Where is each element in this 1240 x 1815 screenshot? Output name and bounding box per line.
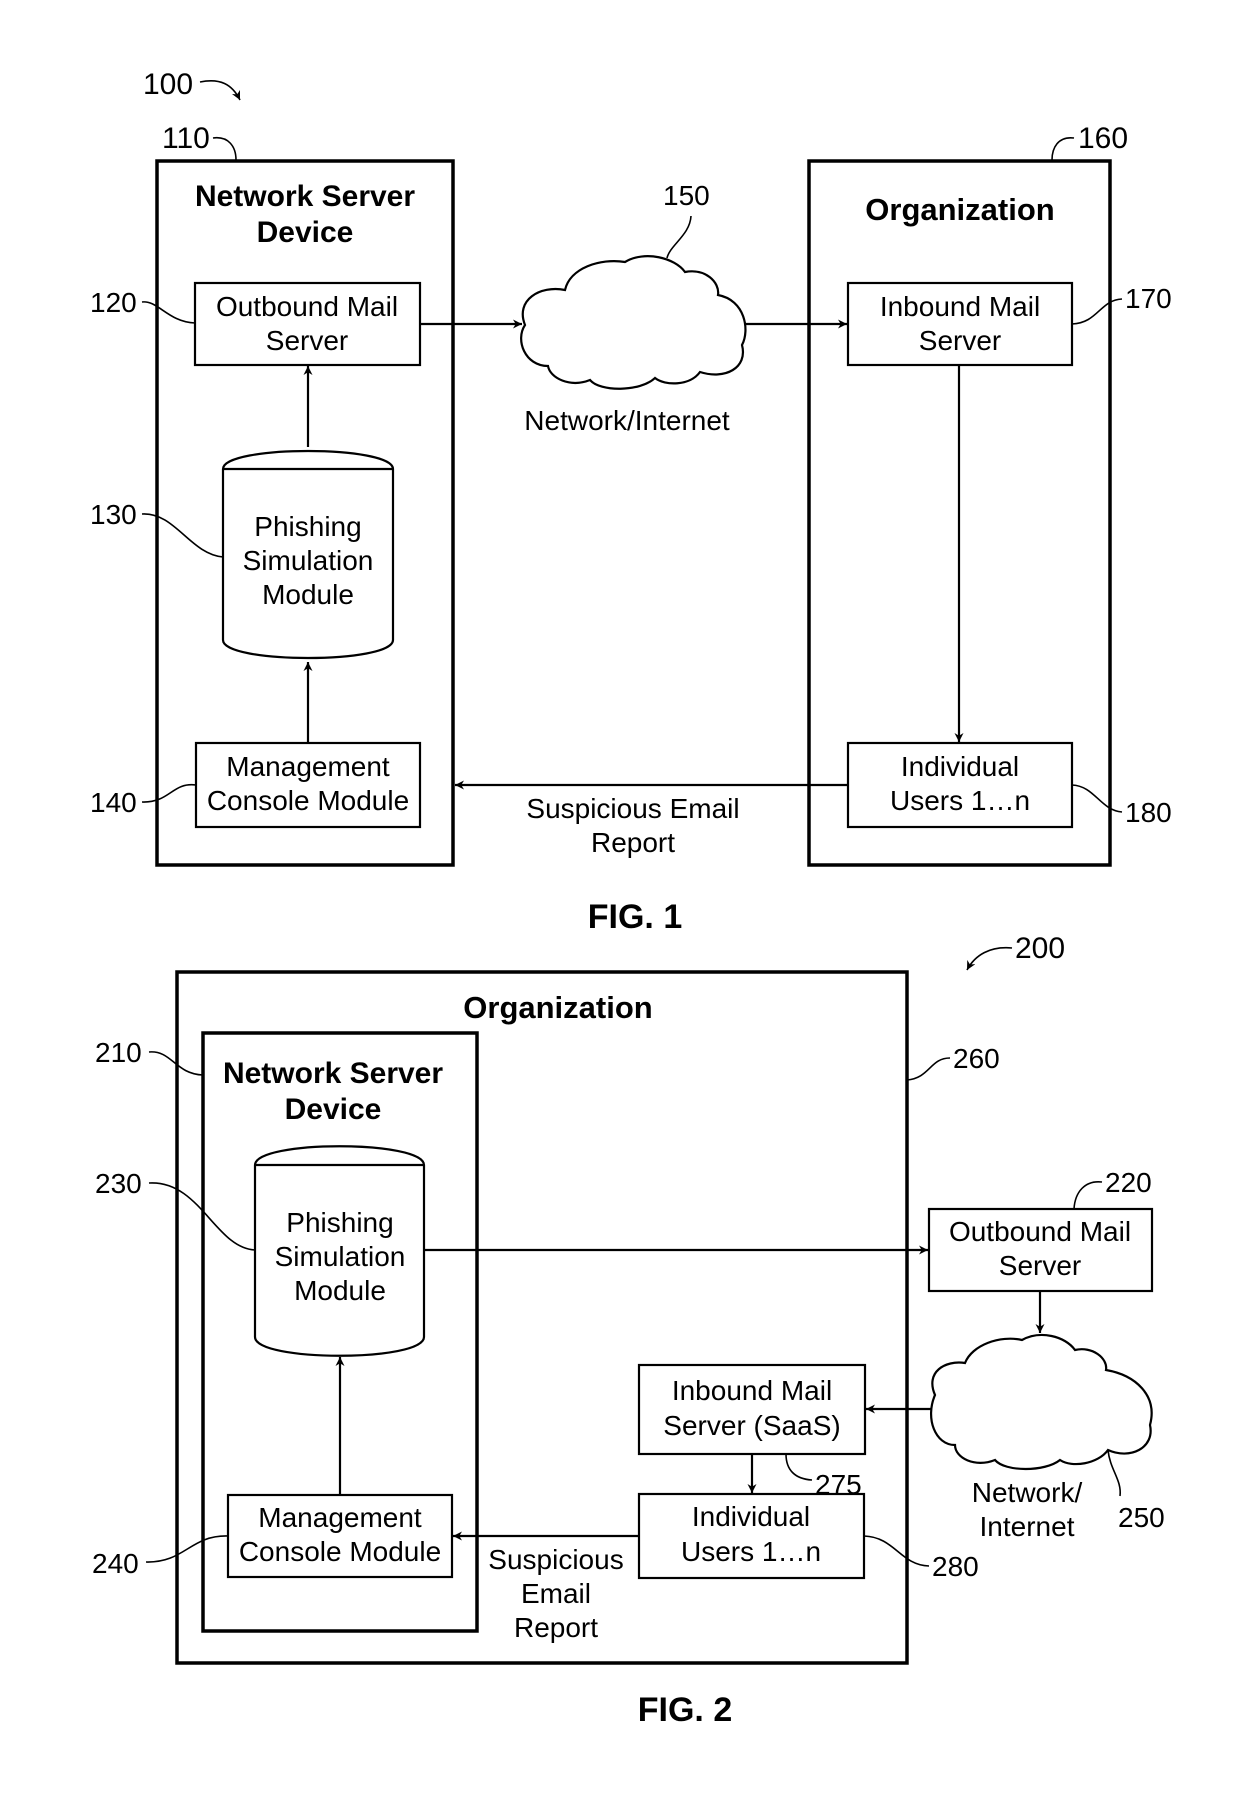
fig2-psm-line2: Simulation <box>275 1241 406 1272</box>
fig1-oms-line2: Server <box>266 325 348 356</box>
fig2-org-title: Organization <box>463 990 652 1025</box>
fig1-mcm-line2: Console Module <box>207 785 409 816</box>
fig2-psm-line3: Module <box>294 1275 386 1306</box>
leader-150 <box>666 215 692 259</box>
ref-130: 130 <box>90 499 137 530</box>
fig1-ims-line1: Inbound Mail <box>880 291 1040 322</box>
ref-180: 180 <box>1125 797 1172 828</box>
ref-210: 210 <box>95 1037 142 1068</box>
ref-280: 280 <box>932 1551 979 1582</box>
fig2-ims-line1: Inbound Mail <box>672 1375 832 1406</box>
ref-230: 230 <box>95 1168 142 1199</box>
ref-140: 140 <box>90 787 137 818</box>
fig1-org-title: Organization <box>865 192 1054 227</box>
fig2-oms-line1: Outbound Mail <box>949 1216 1131 1247</box>
ref-260: 260 <box>953 1043 1000 1074</box>
fig2-mcm-line2: Console Module <box>239 1536 441 1567</box>
leader-220 <box>1073 1181 1103 1210</box>
patent-figures: 100 110 Network Server Device Outbound M… <box>90 68 1172 1729</box>
fig1-report-label-1: Suspicious Email <box>526 793 739 824</box>
fig1-ref-label: 100 <box>143 68 193 101</box>
fig1-psm-line1: Phishing <box>254 511 361 542</box>
fig1-users-line2: Users 1…n <box>890 785 1030 816</box>
leader-110 <box>212 136 237 161</box>
fig2-ims-line2: Server (SaaS) <box>663 1410 840 1441</box>
fig2-network-cloud <box>930 1333 1153 1470</box>
ref-240: 240 <box>92 1548 139 1579</box>
fig2-mcm-line1: Management <box>258 1502 422 1533</box>
ref-160: 160 <box>1078 122 1128 155</box>
fig1-ims-line2: Server <box>919 325 1001 356</box>
leader-250 <box>1107 1449 1121 1497</box>
fig1-nsd-title-2: Device <box>257 216 354 249</box>
leader-260 <box>906 1057 951 1081</box>
fig2-psm-line1: Phishing <box>286 1207 393 1238</box>
fig2-report-label-2: Email <box>521 1578 591 1609</box>
fig2-report-label-1: Suspicious <box>488 1544 623 1575</box>
fig1-oms-line1: Outbound Mail <box>216 291 398 322</box>
fig2-nsd-title-1: Network Server <box>223 1057 443 1090</box>
leader-170 <box>1071 298 1123 325</box>
fig1-caption: FIG. 1 <box>588 898 682 936</box>
fig1-nsd-title-1: Network Server <box>195 180 415 213</box>
fig1-ref-arrow <box>199 80 241 101</box>
fig1-mcm-line1: Management <box>226 751 390 782</box>
fig2-network-label-1: Network/ <box>972 1477 1083 1508</box>
fig2-users-line1: Individual <box>692 1501 810 1532</box>
ref-170: 170 <box>1125 283 1172 314</box>
leader-180 <box>1071 784 1123 813</box>
fig2-nsd-title-2: Device <box>285 1093 382 1126</box>
fig2-oms-line2: Server <box>999 1250 1081 1281</box>
fig2-network-label-2: Internet <box>980 1511 1075 1542</box>
ref-220: 220 <box>1105 1167 1152 1198</box>
leader-160 <box>1051 137 1075 161</box>
fig1-users-line1: Individual <box>901 751 1019 782</box>
ref-120: 120 <box>90 287 137 318</box>
fig2-caption: FIG. 2 <box>638 1691 732 1729</box>
fig1-network-label: Network/Internet <box>524 405 730 436</box>
fig1-psm-line3: Module <box>262 579 354 610</box>
fig2: 200 Organization 260 210 Network Server … <box>92 932 1165 1729</box>
fig1-network-cloud <box>520 255 747 390</box>
ref-250: 250 <box>1118 1502 1165 1533</box>
ref-110: 110 <box>162 122 210 155</box>
fig1-report-label-2: Report <box>591 827 675 858</box>
fig1: 100 110 Network Server Device Outbound M… <box>90 68 1172 936</box>
fig2-ref-label: 200 <box>1015 932 1065 965</box>
fig2-users-line2: Users 1…n <box>681 1536 821 1567</box>
ref-150: 150 <box>663 180 710 211</box>
fig2-report-label-3: Report <box>514 1612 598 1643</box>
fig2-ref-arrow <box>966 946 1013 971</box>
fig1-psm-line2: Simulation <box>243 545 374 576</box>
